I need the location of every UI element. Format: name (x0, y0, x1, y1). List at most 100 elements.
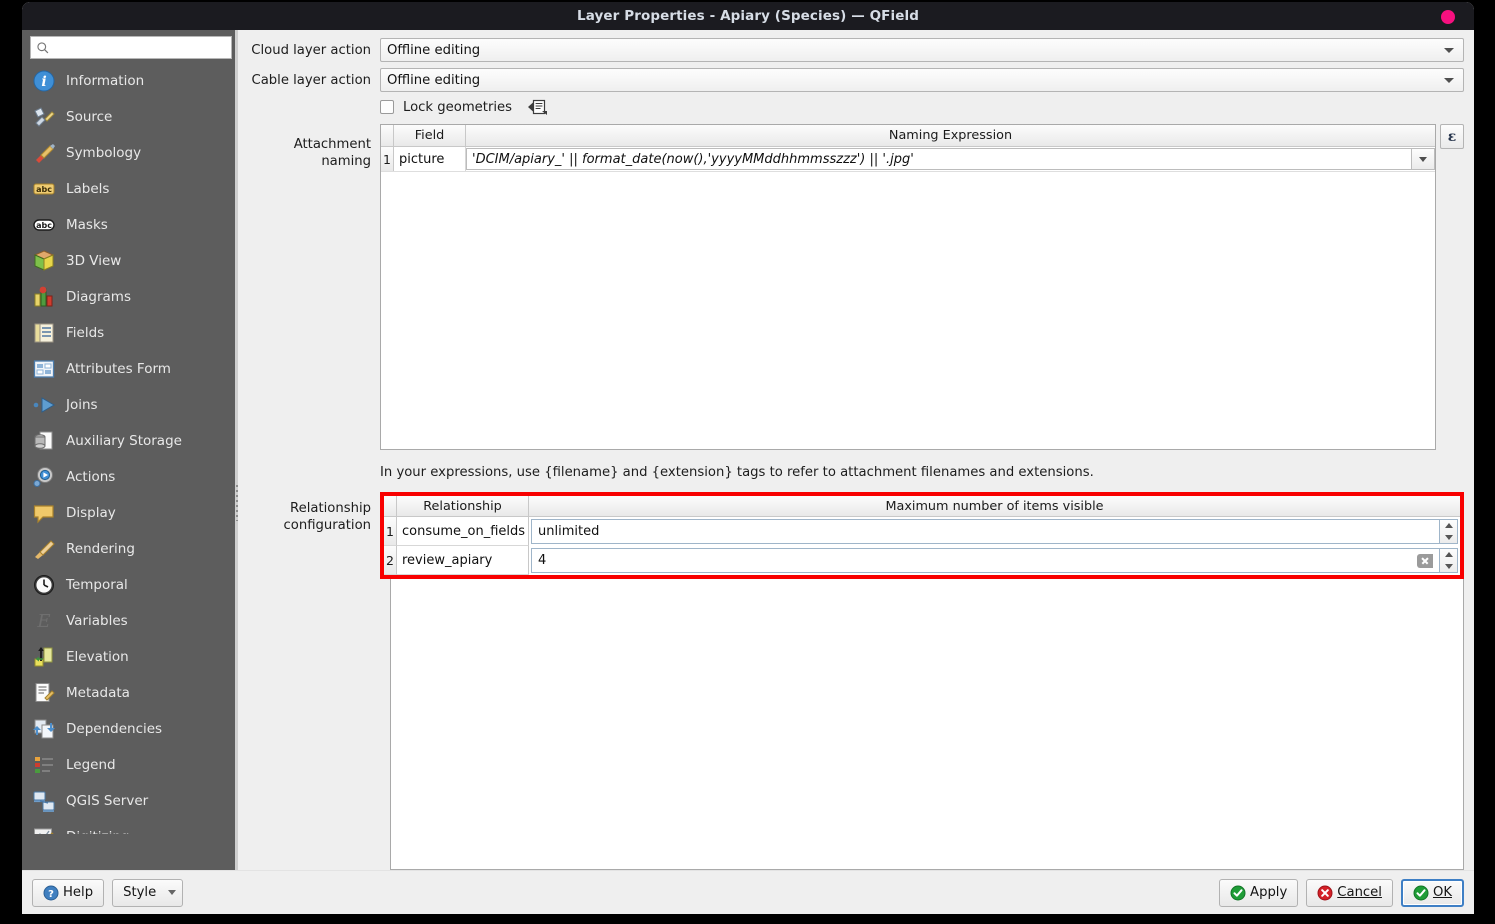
sidebar-item-label: Display (66, 505, 116, 521)
sidebar-item-rendering[interactable]: Rendering (22, 531, 238, 567)
cloud-layer-action-label: Cloud layer action (248, 43, 380, 58)
title-bar: Layer Properties - Apiary (Species) — QF… (22, 2, 1474, 30)
sidebar-item-masks[interactable]: abcMasks (22, 207, 238, 243)
symbology-icon (32, 141, 56, 165)
relationship-configuration-row: Relationship configuration Relationship … (248, 492, 1464, 579)
sidebar-item-display[interactable]: Display (22, 495, 238, 531)
sidebar-item-label: Temporal (66, 577, 128, 593)
cable-layer-action-label: Cable layer action (248, 73, 380, 88)
sidebar-item-temporal[interactable]: Temporal (22, 567, 238, 603)
information-icon: i (32, 69, 56, 93)
close-icon[interactable] (1441, 10, 1455, 24)
cable-layer-action-combo[interactable]: Offline editing (380, 68, 1464, 92)
sidebar-item-label: 3D View (66, 253, 121, 269)
ok-button-label: OK (1433, 885, 1452, 900)
sidebar-item-label: Source (66, 109, 112, 125)
sidebar-item-fields[interactable]: Fields (22, 315, 238, 351)
sidebar-item-metadata[interactable]: Metadata (22, 675, 238, 711)
source-icon (32, 105, 56, 129)
check-circle-green-icon (1230, 885, 1246, 901)
stepper-down-icon[interactable] (1440, 561, 1457, 573)
search-box[interactable] (30, 36, 232, 59)
sidebar: iInformationSourceSymbologyabcLabelsabcM… (22, 30, 238, 870)
sidebar-item-source[interactable]: Source (22, 99, 238, 135)
stepper-up-icon[interactable] (1440, 549, 1457, 561)
elevation-icon (32, 645, 56, 669)
sidebar-item-auxiliary-storage[interactable]: Auxiliary Storage (22, 423, 238, 459)
attachment-naming-row: Attachment naming Field Naming Expressio… (248, 124, 1464, 450)
attachment-naming-table: Field Naming Expression 1 picture 'DCIM/… (380, 124, 1436, 450)
masks-icon: abc (32, 213, 56, 237)
attachment-corner-header (381, 125, 394, 146)
relationship-row-number: 2 (384, 546, 397, 575)
lock-geometries-checkbox[interactable] (380, 100, 394, 114)
expression-dropdown-button[interactable] (1411, 148, 1435, 170)
search-icon (36, 41, 50, 55)
chevron-down-icon (1419, 157, 1427, 162)
stepper-down-icon[interactable] (1440, 532, 1457, 544)
cloud-layer-action-combo[interactable]: Offline editing (380, 38, 1464, 62)
sidebar-item-variables[interactable]: EVariables (22, 603, 238, 639)
help-button[interactable]: ? Help (32, 879, 104, 907)
attributes-form-icon (32, 357, 56, 381)
dialog-footer: ? Help Style Apply (22, 870, 1474, 914)
cable-layer-action-row: Cable layer action Offline editing (248, 68, 1464, 92)
stepper-up-icon[interactable] (1440, 520, 1457, 532)
sidebar-item-label: Information (66, 73, 144, 89)
legend-icon (32, 753, 56, 777)
data-defined-override-icon[interactable] (527, 98, 549, 116)
cancel-button-label: Cancel (1337, 885, 1382, 900)
max-items-stepper[interactable] (1439, 519, 1458, 544)
cancel-button[interactable]: Cancel (1306, 879, 1393, 907)
sidebar-item-joins[interactable]: Joins (22, 387, 238, 423)
search-input[interactable] (50, 40, 226, 56)
style-button[interactable]: Style (112, 879, 183, 907)
sidebar-item-3d-view[interactable]: 3D View (22, 243, 238, 279)
sidebar-item-dependencies[interactable]: Dependencies (22, 711, 238, 747)
svg-text:i: i (41, 74, 46, 90)
layer-properties-dialog: Layer Properties - Apiary (Species) — QF… (22, 2, 1474, 914)
cloud-layer-action-row: Cloud layer action Offline editing (248, 38, 1464, 62)
expression-editor-button[interactable]: ε (1440, 124, 1464, 149)
sidebar-item-attributes-form[interactable]: Attributes Form (22, 351, 238, 387)
auxiliary-storage-icon (32, 429, 56, 453)
relationship-row[interactable]: 1consume_on_fieldsunlimited (384, 517, 1460, 546)
attachment-naming-label-line2: naming (248, 153, 371, 170)
ok-button[interactable]: OK (1401, 879, 1464, 907)
relationship-row[interactable]: 2review_apiary4 (384, 546, 1460, 575)
3d-view-icon (32, 249, 56, 273)
attachment-row-expression[interactable]: 'DCIM/apiary_' || format_date(now(),'yyy… (466, 148, 1412, 170)
variables-icon: E (32, 609, 56, 633)
max-items-stepper[interactable] (1439, 548, 1458, 573)
relationship-max-items-input[interactable]: unlimited (531, 519, 1439, 544)
sidebar-item-elevation[interactable]: Elevation (22, 639, 238, 675)
window-title: Layer Properties - Apiary (Species) — QF… (577, 8, 919, 24)
attachment-row-field[interactable]: picture (394, 147, 466, 171)
relationship-max-items-input[interactable]: 4 (531, 548, 1439, 573)
relationship-row-name: review_apiary (397, 546, 529, 575)
clear-icon[interactable] (1417, 554, 1433, 568)
relationship-row-name: consume_on_fields (397, 517, 529, 546)
labels-icon: abc (32, 177, 56, 201)
sidebar-item-actions[interactable]: Actions (22, 459, 238, 495)
style-button-label: Style (123, 885, 156, 900)
sidebar-item-labels[interactable]: abcLabels (22, 171, 238, 207)
screen-bottom-strip (0, 914, 1495, 924)
metadata-icon (32, 681, 56, 705)
sidebar-item-diagrams[interactable]: Diagrams (22, 279, 238, 315)
relationship-table-header: Relationship Maximum number of items vis… (384, 496, 1460, 517)
sidebar-item-information[interactable]: i Information (22, 63, 238, 99)
sidebar-bottom-filler (22, 834, 238, 870)
fields-icon (32, 321, 56, 345)
cable-layer-action-value: Offline editing (387, 73, 480, 88)
help-circle-icon: ? (43, 885, 59, 901)
apply-button[interactable]: Apply (1219, 879, 1298, 907)
chevron-down-icon (1444, 48, 1454, 53)
apply-button-label: Apply (1250, 885, 1287, 900)
sidebar-nav-list: iInformationSourceSymbologyabcLabelsabcM… (22, 63, 238, 834)
sidebar-item-symbology[interactable]: Symbology (22, 135, 238, 171)
sidebar-item-qgis-server[interactable]: QGIS Server (22, 783, 238, 819)
table-row[interactable]: 1 picture 'DCIM/apiary_' || format_date(… (381, 147, 1435, 172)
sidebar-item-digitizing[interactable]: Digitizing (22, 819, 238, 834)
sidebar-item-legend[interactable]: Legend (22, 747, 238, 783)
